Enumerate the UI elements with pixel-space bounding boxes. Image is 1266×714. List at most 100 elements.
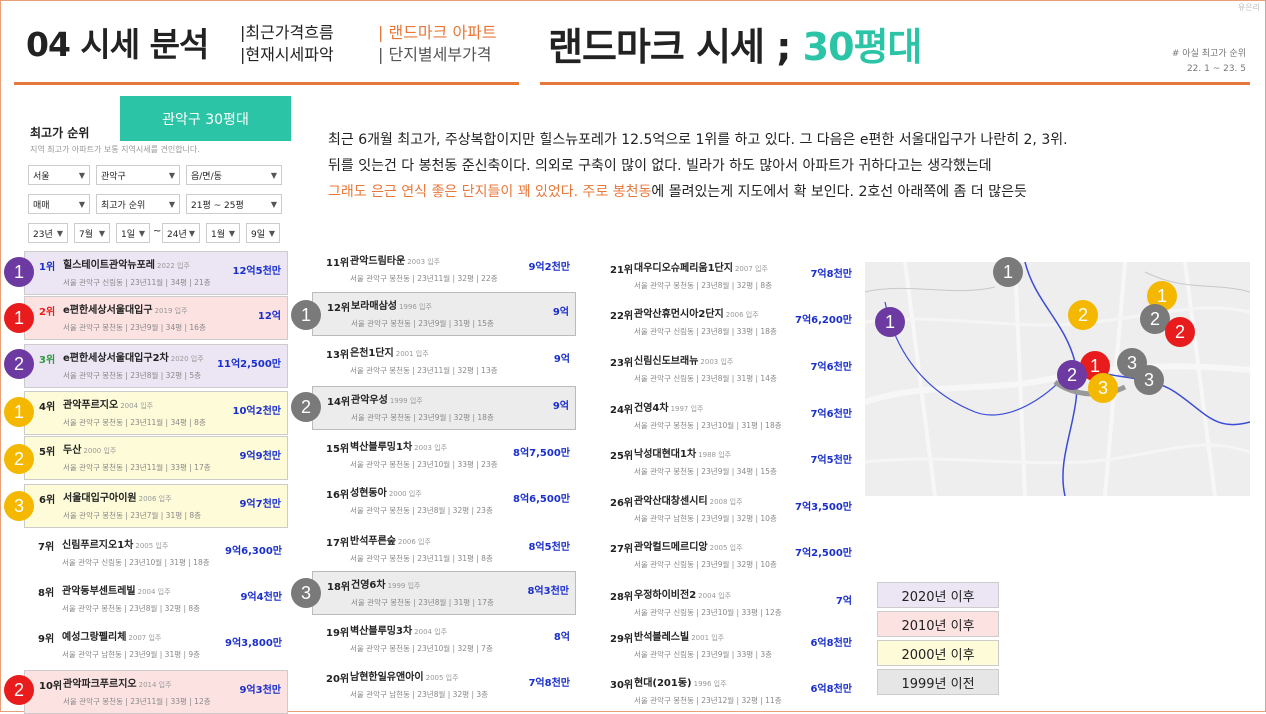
description-rest: 에 몰려있는게 지도에서 확 보인다. 2호선 아래쪽에 좀 더 많은듯 xyxy=(651,184,1027,200)
list-item[interactable]: 21위 대우디오슈페리움1단지 2007 입주 서울 관악구 봉천동 | 23년8월 … xyxy=(596,255,858,299)
price-value: 12억 xyxy=(257,311,281,322)
price-value: 9억9천만 xyxy=(239,451,281,462)
area-select[interactable]: 21평 ~ 25평 ▼ xyxy=(186,194,282,214)
apartment-name: 벽산블루밍3차 2004 입주 xyxy=(350,622,447,637)
list-item[interactable]: 30위 현대(201동) 1996 입주 서울 관악구 봉천동 | 23년12월 | … xyxy=(596,670,858,714)
trade-type-value: 매매 xyxy=(33,200,50,211)
list-item[interactable]: 8위 관악동부센트레빌 2004 입주 서울 관악구 봉천동 | 23년8월 | 32… xyxy=(24,578,288,622)
end-year-select[interactable]: 24년 ▼ xyxy=(162,223,200,243)
list-item[interactable]: 24위 건영4차 1997 입주 서울 관악구 봉천동 | 23년10월 | 31평 … xyxy=(596,395,858,439)
list-item[interactable]: 4위 관악푸르지오 2004 입주 서울 관악구 봉천동 | 23년11월 | 34평… xyxy=(24,391,288,435)
sort-select[interactable]: 최고가 순위 ▼ xyxy=(96,194,180,214)
map-marker-gray-1[interactable]: 1 xyxy=(993,257,1023,287)
price-value: 9억7천만 xyxy=(239,499,281,510)
list-item[interactable]: 22위 관악산휴먼시아2단지 2006 입주 서울 관악구 신림동 | 23년8월 |… xyxy=(596,301,858,345)
apartment-name-text: 관악산대창센시티 xyxy=(634,496,708,507)
built-year: 2003 입주 xyxy=(414,444,448,452)
price-value: 9억6,300만 xyxy=(225,546,282,557)
description-line-2: 뒤를 잇는건 다 봉천동 준신축이다. 의외로 구축이 많이 없다. 빌라가 하… xyxy=(328,158,992,174)
list-item[interactable]: 25위 낙성대현대1차 1988 입주 서울 관악구 봉천동 | 23년9월 | 34… xyxy=(596,441,858,485)
header-rule-left xyxy=(14,82,519,85)
map-marker-purple-1[interactable]: 1 xyxy=(875,307,905,337)
list-item[interactable]: 17위 반석푸른숲 2006 입주 서울 관악구 봉천동 | 23년11월 | 31평… xyxy=(312,528,576,572)
dong-select[interactable]: 읍/면/동 ▼ xyxy=(186,165,282,185)
rank-label: 6위 xyxy=(39,495,56,506)
subtitle-line-1: |최근가격흐름 xyxy=(240,23,334,42)
map-marker-yellow-2[interactable]: 2 xyxy=(1068,300,1098,330)
apartment-name-text: 반석블레스빌 xyxy=(634,632,690,643)
list-item[interactable]: 9위 예성그랑펠리체 2007 입주 서울 관악구 남현동 | 23년9월 | 31평… xyxy=(24,624,288,668)
map-marker-red-2[interactable]: 2 xyxy=(1165,317,1195,347)
apartment-name: 건영6차 1999 입주 xyxy=(351,576,420,591)
marker-badge-purple-2: 2 xyxy=(4,349,34,379)
price-value: 7억2,500만 xyxy=(795,548,852,559)
listing-detail: 서울 관악구 신림동 | 23년8월 | 33평 | 18층 xyxy=(634,327,777,336)
list-item[interactable]: 12위 보라매삼성 1996 입주 서울 관악구 봉천동 | 23년9월 | 31평 … xyxy=(312,292,576,336)
map-marker-gray-3b[interactable]: 3 xyxy=(1134,365,1164,395)
rank-label: 12위 xyxy=(327,303,351,314)
apartment-name-text: 남현한일유앤아이 xyxy=(350,672,424,683)
chevron-down-icon: ▼ xyxy=(228,228,235,238)
price-value: 9억 xyxy=(552,401,569,412)
list-item[interactable]: 6위 서울대입구아이원 2006 입주 서울 관악구 봉천동 | 23년7월 | 31… xyxy=(24,484,288,528)
price-value: 7억6,200만 xyxy=(795,315,852,326)
list-item[interactable]: 23위 신림신도브래뉴 2003 입주 서울 관악구 신림동 | 23년8월 | 31… xyxy=(596,348,858,392)
apartment-name: 성현동아 2000 입주 xyxy=(350,484,422,499)
apartment-name-text: 은천1단지 xyxy=(350,348,394,359)
list-item[interactable]: 11위 관악드림타운 2003 입주 서울 관악구 봉천동 | 23년11월 | 32… xyxy=(312,248,576,292)
list-item[interactable]: 13위 은천1단지 2001 입주 서울 관악구 봉천동 | 23년11월 | 32평… xyxy=(312,340,576,384)
apartment-name: 대우디오슈페리움1단지 2007 입주 xyxy=(634,259,768,274)
list-item[interactable]: 16위 성현동아 2000 입주 서울 관악구 봉천동 | 23년8월 | 32평 |… xyxy=(312,480,576,524)
watermark: 유은리 xyxy=(1237,3,1260,12)
start-day-select[interactable]: 1일 ▼ xyxy=(116,223,150,243)
district-select[interactable]: 관악구 ▼ xyxy=(96,165,180,185)
apartment-name-text: 벽산블루밍3차 xyxy=(350,626,413,637)
rank-label: 25위 xyxy=(610,451,634,462)
tab-gwanak-30[interactable]: 관악구 30평대 xyxy=(120,96,291,141)
built-year: 2020 입주 xyxy=(170,355,204,363)
end-month-select[interactable]: 1월 ▼ xyxy=(206,223,240,243)
rank-label: 11위 xyxy=(326,258,350,269)
listing-detail: 서울 관악구 남현동 | 23년9월 | 32평 | 10층 xyxy=(634,514,777,523)
apartment-name: 우정하이비전2 2004 입주 xyxy=(634,586,731,601)
marker-badge-gray-2: 2 xyxy=(291,392,321,422)
legend-2010: 2010년 이후 xyxy=(877,611,999,637)
list-item[interactable]: 19위 벽산블루밍3차 2004 입주 서울 관악구 봉천동 | 23년10월 | 3… xyxy=(312,618,576,662)
map-marker-yellow-3[interactable]: 3 xyxy=(1088,373,1118,403)
apartment-name-text: e편한세상서울대입구2차 xyxy=(63,353,169,364)
legend-2000: 2000년 이후 xyxy=(877,640,999,666)
list-item[interactable]: 2위 e편한세상서울대입구 2019 입주 서울 관악구 봉천동 | 23년9월 | … xyxy=(24,296,288,340)
city-select[interactable]: 서울 ▼ xyxy=(28,165,90,185)
list-item[interactable]: 28위 우정하이비전2 2004 입주 서울 관악구 신림동 | 23년10월 | 3… xyxy=(596,582,858,626)
list-item[interactable]: 5위 두산 2000 입주 서울 관악구 봉천동 | 23년11월 | 33평 | 1… xyxy=(24,436,288,480)
start-year-select[interactable]: 23년 ▼ xyxy=(28,223,68,243)
end-day-select[interactable]: 9일 ▼ xyxy=(246,223,280,243)
price-value: 9억2천만 xyxy=(528,262,570,273)
list-item[interactable]: 7위 신림푸르지오1차 2005 입주 서울 관악구 신림동 | 23년10월 | 3… xyxy=(24,532,288,576)
built-year: 1999 입주 xyxy=(387,582,421,590)
listing-detail: 서울 관악구 봉천동 | 23년8월 | 31평 | 17층 xyxy=(351,598,494,607)
list-item[interactable]: 10위 관악파크푸르지오 2014 입주 서울 관악구 봉천동 | 23년11월 | … xyxy=(24,670,288,714)
district-select-value: 관악구 xyxy=(101,171,126,182)
list-item[interactable]: 3위 e편한세상서울대입구2차 2020 입주 서울 관악구 봉천동 | 23년8월 … xyxy=(24,344,288,388)
list-item[interactable]: 27위 관악컬드메르디앙 2005 입주 서울 관악구 신림동 | 23년9월 | 3… xyxy=(596,534,858,578)
map-marker-purple-2[interactable]: 2 xyxy=(1057,360,1087,390)
list-item[interactable]: 14위 관악우성 1999 입주 서울 관악구 봉천동 | 23년9월 | 32평 |… xyxy=(312,386,576,430)
chevron-down-icon: ▼ xyxy=(138,228,145,238)
trade-type-select[interactable]: 매매 ▼ xyxy=(28,194,90,214)
list-item[interactable]: 18위 건영6차 1999 입주 서울 관악구 봉천동 | 23년8월 | 31평 |… xyxy=(312,571,576,615)
built-year: 2019 입주 xyxy=(154,307,188,315)
list-item[interactable]: 26위 관악산대창센시티 2008 입주 서울 관악구 남현동 | 23년9월 | 3… xyxy=(596,488,858,532)
list-item[interactable]: 29위 반석블레스빌 2001 입주 서울 관악구 신림동 | 23년9월 | 33평… xyxy=(596,624,858,668)
list-item[interactable]: 1위 힐스테이트관악뉴포레 2022 입주 서울 관악구 신림동 | 23년11월 |… xyxy=(24,251,288,295)
rank-label: 10위 xyxy=(39,681,63,692)
apartment-name-text: 두산 xyxy=(63,445,82,456)
price-value: 10억2천만 xyxy=(232,406,281,417)
list-item[interactable]: 20위 남현한일유앤아이 2005 입주 서울 관악구 남현동 | 23년8월 | 3… xyxy=(312,664,576,708)
apartment-name-text: 성현동아 xyxy=(350,488,387,499)
rank-label: 13위 xyxy=(326,350,350,361)
list-item[interactable]: 15위 벽산블루밍1차 2003 입주 서울 관악구 봉천동 | 23년10월 | 3… xyxy=(312,434,576,478)
apartment-name: 반석블레스빌 2001 입주 xyxy=(634,628,724,643)
start-month-select[interactable]: 7월 ▼ xyxy=(74,223,110,243)
built-year: 1999 입주 xyxy=(389,397,423,405)
